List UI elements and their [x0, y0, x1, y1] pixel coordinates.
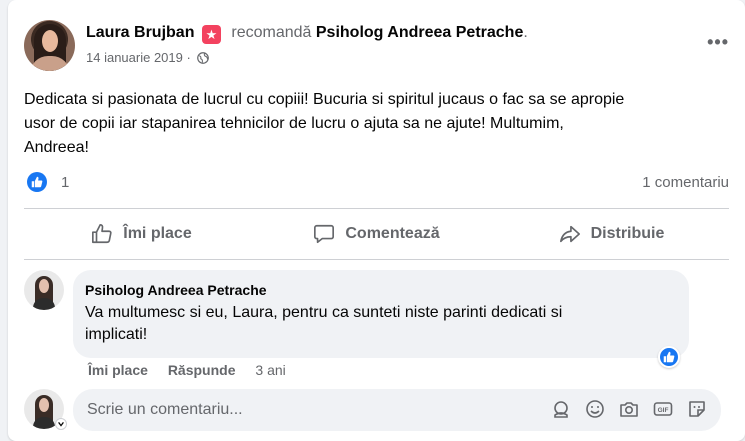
divider	[24, 259, 729, 260]
comment-bubble: Psiholog Andreea Petrache Va multumesc s…	[73, 270, 689, 358]
author-name[interactable]: Laura Brujban	[86, 24, 194, 41]
chevron-down-icon[interactable]	[55, 418, 67, 430]
comment-author[interactable]: Psiholog Andreea Petrache	[85, 282, 677, 298]
comment-button-label: Comentează	[345, 225, 440, 242]
share-arrow-icon	[559, 225, 580, 243]
comment-input[interactable]: Scrie un comentariu... GIF	[73, 389, 721, 431]
like-button-label: Îmi place	[123, 225, 192, 242]
page-suffix: .	[523, 24, 528, 41]
emoji-icon[interactable]	[585, 399, 605, 419]
page-name[interactable]: Psiholog Andreea Petrache	[316, 24, 523, 41]
gif-icon[interactable]: GIF	[653, 399, 673, 419]
share-button-label: Distribuie	[590, 225, 665, 242]
comment-count[interactable]: 1 comentariu	[642, 174, 729, 191]
comment-like-icon[interactable]	[658, 346, 680, 368]
comment-button[interactable]: Comentează	[259, 211, 494, 257]
like-count[interactable]: 1	[61, 174, 69, 191]
comment-text: Va multumesc si eu, Laura, pentru ca sun…	[85, 302, 677, 346]
comment-text-line: Va multumesc si eu, Laura, pentru ca sun…	[85, 304, 563, 321]
post-actions: Îmi place Comentează Distribuie	[24, 211, 729, 257]
svg-text:GIF: GIF	[658, 407, 669, 414]
comment-actions: Îmi place Răspunde 3 ani	[88, 362, 302, 378]
thumbs-up-icon	[92, 224, 112, 244]
post-title-line: Laura Brujban ★ recomandă Psiholog Andre…	[86, 24, 528, 44]
author-avatar[interactable]	[24, 20, 75, 71]
comment-like-button[interactable]: Îmi place	[88, 362, 148, 378]
more-options-icon[interactable]: •••	[707, 32, 729, 53]
post-text: Dedicata si pasionata de lucrul cu copii…	[24, 88, 724, 160]
post-header: Laura Brujban ★ recomandă Psiholog Andre…	[24, 20, 729, 72]
like-reaction-icon[interactable]	[27, 172, 47, 192]
divider	[24, 208, 729, 209]
post-text-line: usor de copii iar stapanirea tehnicilor …	[24, 115, 564, 132]
date-separator: ·	[186, 50, 191, 65]
post-text-line: Andreea!	[24, 139, 89, 156]
recommends-label: recomandă	[231, 24, 312, 41]
comment-input-placeholder: Scrie un comentariu...	[87, 401, 243, 418]
camera-icon[interactable]	[619, 399, 639, 419]
commenter-avatar[interactable]	[24, 270, 64, 310]
like-button[interactable]: Îmi place	[24, 211, 259, 257]
globe-icon[interactable]	[197, 52, 210, 64]
comment-text-line: implicati!	[85, 326, 148, 343]
reactions-bar: 1 1 comentariu	[24, 170, 729, 196]
comment-reply-button[interactable]: Răspunde	[168, 362, 236, 378]
post-date[interactable]: 14 ianuarie 2019	[86, 50, 183, 65]
composer-icons: GIF	[551, 399, 707, 419]
post-card: Laura Brujban ★ recomandă Psiholog Andre…	[8, 0, 745, 441]
comment-composer: Scrie un comentariu... GIF	[24, 388, 729, 431]
post-meta: 14 ianuarie 2019 ·	[86, 50, 210, 65]
comment-timestamp[interactable]: 3 ani	[255, 362, 285, 378]
avatar-sticker-icon[interactable]	[551, 399, 571, 419]
share-button[interactable]: Distribuie	[494, 211, 729, 257]
comment-bubble-icon	[314, 224, 335, 244]
sticker-icon[interactable]	[687, 399, 707, 419]
post-text-line: Dedicata si pasionata de lucrul cu copii…	[24, 91, 625, 108]
recommend-star-icon: ★	[201, 25, 221, 44]
